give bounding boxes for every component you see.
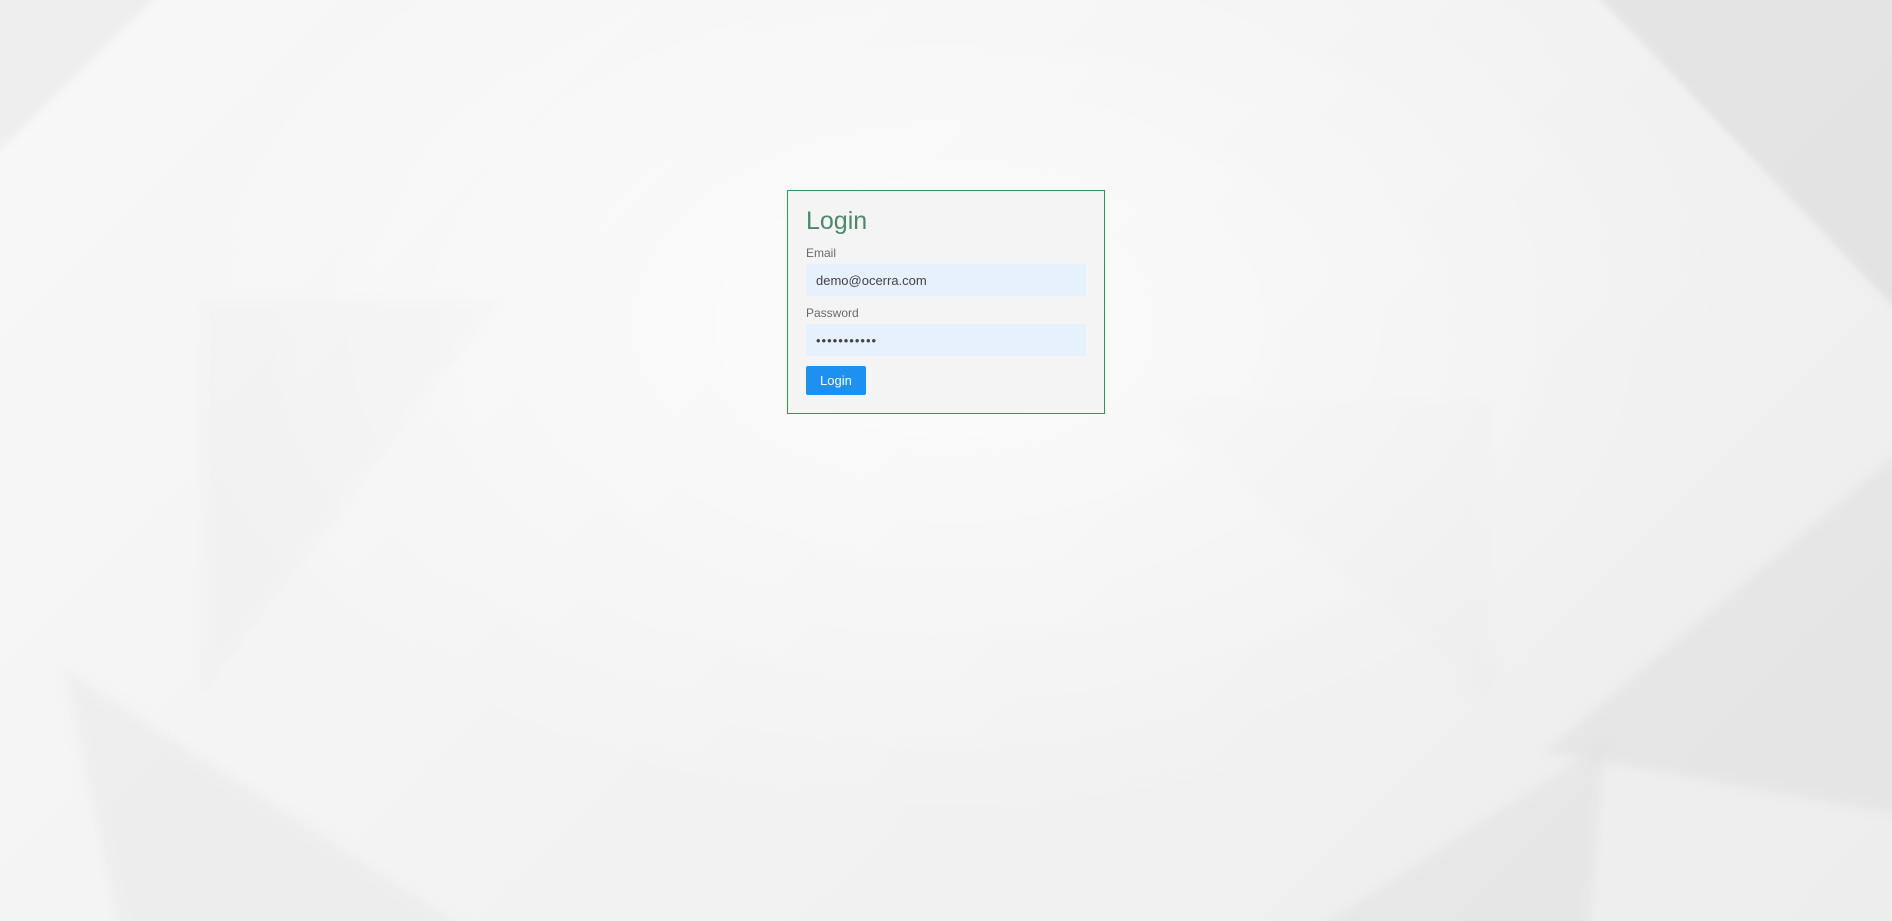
login-title: Login (806, 207, 1086, 236)
password-label: Password (806, 306, 1086, 320)
login-button[interactable]: Login (806, 366, 866, 395)
bg-overlay (0, 0, 1892, 921)
email-group: Email (806, 246, 1086, 296)
email-label: Email (806, 246, 1086, 260)
email-field[interactable] (806, 264, 1086, 296)
login-panel: Login Email Password Login (787, 190, 1105, 414)
password-group: Password (806, 306, 1086, 356)
page-background (0, 0, 1892, 921)
password-field[interactable] (806, 324, 1086, 356)
